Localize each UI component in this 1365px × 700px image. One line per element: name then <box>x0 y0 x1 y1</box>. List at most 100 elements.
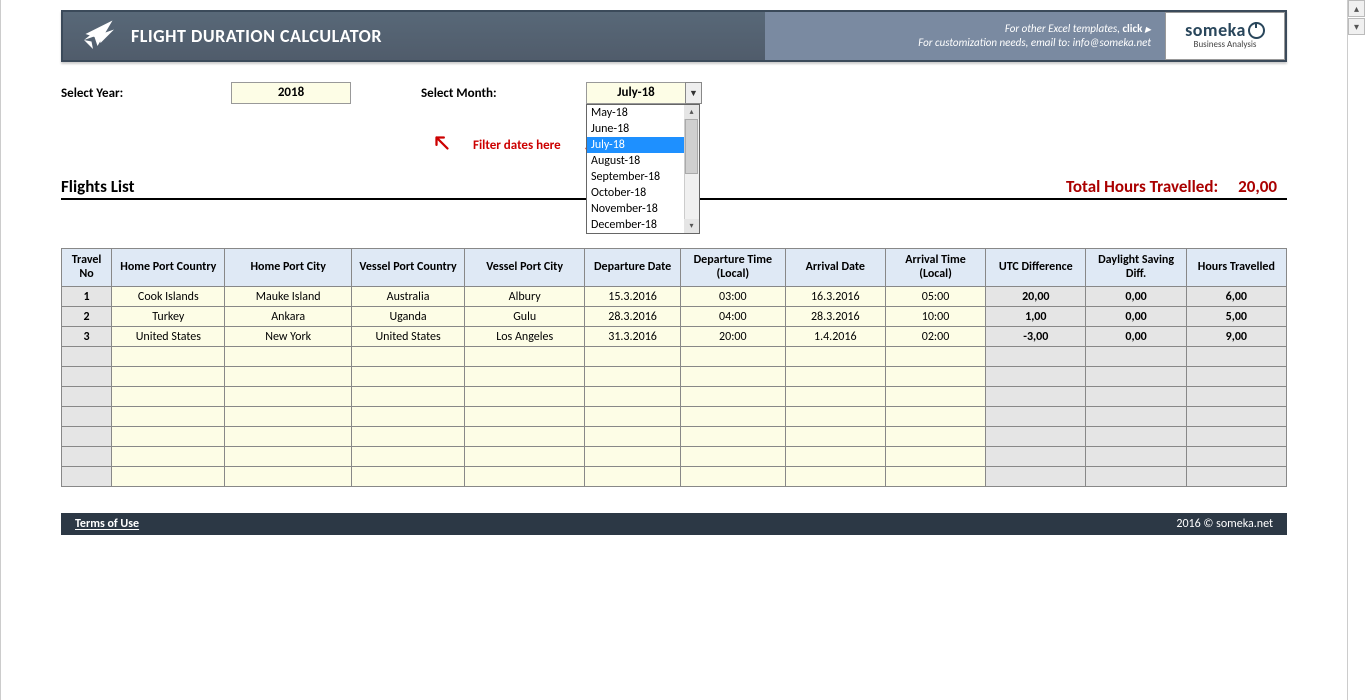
scroll-up-icon[interactable]: ▴ <box>684 105 699 119</box>
empty-cell[interactable] <box>585 447 681 467</box>
empty-cell[interactable] <box>225 347 351 367</box>
templates-click-link[interactable]: click <box>1122 22 1142 35</box>
empty-cell[interactable] <box>465 367 585 387</box>
empty-cell[interactable] <box>785 367 885 387</box>
empty-cell[interactable] <box>885 367 985 387</box>
month-option[interactable]: August-18 <box>587 153 699 169</box>
empty-cell[interactable] <box>225 447 351 467</box>
month-dropdown-list[interactable]: May-18June-18July-18August-18September-1… <box>586 104 700 234</box>
empty-cell[interactable] <box>885 387 985 407</box>
empty-cell[interactable] <box>681 407 786 427</box>
cell-dep_time[interactable]: 03:00 <box>681 287 786 307</box>
empty-cell[interactable] <box>785 347 885 367</box>
empty-cell[interactable] <box>351 407 464 427</box>
cell-vp_city[interactable]: Albury <box>465 287 585 307</box>
empty-cell[interactable] <box>112 467 225 487</box>
cell-hp_country[interactable]: Turkey <box>112 307 225 327</box>
month-dropdown-button[interactable]: ▼ <box>685 82 702 104</box>
dropdown-scrollbar[interactable]: ▴ ▾ <box>684 105 699 233</box>
empty-cell[interactable] <box>351 347 464 367</box>
empty-cell[interactable] <box>465 427 585 447</box>
month-option[interactable]: May-18 <box>587 105 699 121</box>
cell-vp_city[interactable]: Los Angeles <box>465 327 585 347</box>
empty-cell[interactable] <box>112 447 225 467</box>
month-input[interactable]: July-18 <box>586 82 686 104</box>
empty-cell[interactable] <box>112 367 225 387</box>
month-option[interactable]: October-18 <box>587 185 699 201</box>
empty-cell[interactable] <box>465 407 585 427</box>
month-option[interactable]: July-18 <box>587 137 699 153</box>
empty-cell[interactable] <box>225 387 351 407</box>
empty-cell[interactable] <box>351 427 464 447</box>
month-option[interactable]: November-18 <box>587 201 699 217</box>
empty-cell[interactable] <box>585 347 681 367</box>
cell-dep_time[interactable]: 20:00 <box>681 327 786 347</box>
empty-cell[interactable] <box>785 447 885 467</box>
empty-cell[interactable] <box>585 367 681 387</box>
empty-cell[interactable] <box>885 447 985 467</box>
cell-dep_time[interactable]: 04:00 <box>681 307 786 327</box>
empty-cell[interactable] <box>885 407 985 427</box>
empty-cell[interactable] <box>112 387 225 407</box>
empty-cell[interactable] <box>785 467 885 487</box>
empty-cell[interactable] <box>681 367 786 387</box>
empty-cell[interactable] <box>465 467 585 487</box>
empty-cell[interactable] <box>112 347 225 367</box>
cell-arr_date[interactable]: 28.3.2016 <box>785 307 885 327</box>
empty-cell[interactable] <box>785 407 885 427</box>
cell-arr_time[interactable]: 05:00 <box>885 287 985 307</box>
month-option[interactable]: June-18 <box>587 121 699 137</box>
empty-cell[interactable] <box>351 387 464 407</box>
empty-cell[interactable] <box>681 387 786 407</box>
empty-cell[interactable] <box>585 407 681 427</box>
scroll-thumb[interactable] <box>685 119 698 174</box>
empty-cell[interactable] <box>351 447 464 467</box>
empty-cell[interactable] <box>465 387 585 407</box>
month-option[interactable]: December-18 <box>587 217 699 233</box>
year-input[interactable]: 2018 <box>231 82 351 104</box>
empty-cell[interactable] <box>681 347 786 367</box>
empty-cell[interactable] <box>885 347 985 367</box>
empty-cell[interactable] <box>465 347 585 367</box>
empty-cell[interactable] <box>112 407 225 427</box>
empty-cell[interactable] <box>785 387 885 407</box>
cell-vp_country[interactable]: Australia <box>351 287 464 307</box>
cell-arr_time[interactable]: 02:00 <box>885 327 985 347</box>
empty-cell[interactable] <box>885 427 985 447</box>
empty-cell[interactable] <box>351 467 464 487</box>
month-option[interactable]: September-18 <box>587 169 699 185</box>
cell-vp_country[interactable]: Uganda <box>351 307 464 327</box>
empty-cell[interactable] <box>885 467 985 487</box>
empty-cell[interactable] <box>225 427 351 447</box>
cell-hp_city[interactable]: Mauke Island <box>225 287 351 307</box>
outer-scroll-up[interactable]: ▴ <box>1348 0 1365 17</box>
cell-vp_country[interactable]: United States <box>351 327 464 347</box>
cell-dep_date[interactable]: 15.3.2016 <box>585 287 681 307</box>
cell-hp_country[interactable]: Cook Islands <box>112 287 225 307</box>
empty-cell[interactable] <box>681 427 786 447</box>
cell-vp_city[interactable]: Gulu <box>465 307 585 327</box>
cell-dep_date[interactable]: 31.3.2016 <box>585 327 681 347</box>
cell-arr_time[interactable]: 10:00 <box>885 307 985 327</box>
empty-cell[interactable] <box>681 447 786 467</box>
cell-hp_country[interactable]: United States <box>112 327 225 347</box>
terms-link[interactable]: Terms of Use <box>75 517 139 531</box>
empty-cell[interactable] <box>225 407 351 427</box>
cell-arr_date[interactable]: 1.4.2016 <box>785 327 885 347</box>
empty-cell[interactable] <box>585 427 681 447</box>
empty-cell[interactable] <box>351 367 464 387</box>
empty-cell[interactable] <box>681 467 786 487</box>
empty-cell[interactable] <box>585 467 681 487</box>
empty-cell[interactable] <box>585 387 681 407</box>
cell-dep_date[interactable]: 28.3.2016 <box>585 307 681 327</box>
empty-cell[interactable] <box>785 427 885 447</box>
cell-hp_city[interactable]: New York <box>225 327 351 347</box>
outer-scroll-down[interactable]: ▾ <box>1348 18 1365 35</box>
empty-cell[interactable] <box>465 447 585 467</box>
empty-cell[interactable] <box>112 427 225 447</box>
empty-cell[interactable] <box>225 467 351 487</box>
empty-cell[interactable] <box>225 367 351 387</box>
cell-hp_city[interactable]: Ankara <box>225 307 351 327</box>
cell-arr_date[interactable]: 16.3.2016 <box>785 287 885 307</box>
scroll-down-icon[interactable]: ▾ <box>684 219 699 233</box>
